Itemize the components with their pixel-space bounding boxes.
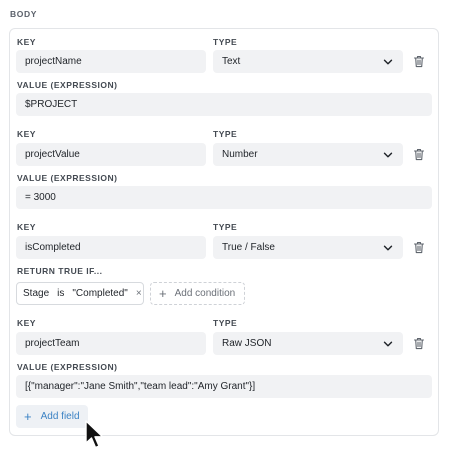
add-condition-label: Add condition [174, 288, 236, 299]
key-label: KEY [17, 37, 36, 47]
type-label: TYPE [213, 129, 238, 139]
key-label: KEY [17, 222, 36, 232]
chevron-down-icon [383, 245, 393, 250]
type-select-isCompleted[interactable]: True / False [213, 236, 403, 259]
key-label: KEY [17, 318, 36, 328]
trash-icon[interactable] [412, 240, 426, 254]
add-field-label: Add field [40, 411, 80, 422]
type-select-projectTeam[interactable]: Raw JSON [213, 332, 403, 355]
value-input-projectName[interactable]: $PROJECT [16, 93, 432, 116]
chevron-down-icon [383, 152, 393, 157]
value-expression-label: VALUE (EXPRESSION) [17, 362, 118, 372]
condition-chip[interactable]: Stage is "Completed" × [16, 282, 144, 305]
key-input-projectTeam[interactable]: projectTeam [16, 332, 206, 355]
chevron-down-icon [383, 341, 393, 346]
value-input-projectTeam[interactable]: [{"manager":"Jane Smith","team lead":"Am… [16, 375, 432, 398]
type-select-projectValue[interactable]: Number [213, 143, 403, 166]
key-input-projectValue[interactable]: projectValue [16, 143, 206, 166]
chevron-down-icon [383, 59, 393, 64]
type-select-projectName[interactable]: Text [213, 50, 403, 73]
condition-operator: is [57, 288, 65, 299]
mouse-cursor-icon [85, 420, 104, 449]
plus-icon: + [159, 286, 167, 301]
type-label: TYPE [213, 318, 238, 328]
add-field-button[interactable]: + Add field [16, 405, 88, 428]
plus-icon: + [24, 409, 32, 424]
add-condition-button[interactable]: + Add condition [150, 282, 246, 305]
value-input-projectValue[interactable]: = 3000 [16, 186, 432, 209]
body-editor: BODY KEY TYPE projectName Text VALUE (EX… [0, 0, 450, 450]
section-title: BODY [10, 9, 37, 19]
type-select-value: Raw JSON [222, 338, 272, 349]
condition-value: "Completed" [72, 288, 128, 299]
type-select-value: Number [222, 149, 258, 160]
type-label: TYPE [213, 37, 238, 47]
condition-field: Stage [23, 288, 50, 299]
return-true-if-label: RETURN TRUE IF... [17, 266, 103, 276]
type-select-value: Text [222, 56, 241, 67]
key-label: KEY [17, 129, 36, 139]
trash-icon[interactable] [412, 336, 426, 350]
value-expression-label: VALUE (EXPRESSION) [17, 80, 118, 90]
value-expression-label: VALUE (EXPRESSION) [17, 173, 118, 183]
remove-condition-icon[interactable]: × [136, 288, 142, 299]
type-select-value: True / False [222, 242, 275, 253]
key-input-projectName[interactable]: projectName [16, 50, 206, 73]
trash-icon[interactable] [412, 147, 426, 161]
type-label: TYPE [213, 222, 238, 232]
trash-icon[interactable] [412, 54, 426, 68]
key-input-isCompleted[interactable]: isCompleted [16, 236, 206, 259]
